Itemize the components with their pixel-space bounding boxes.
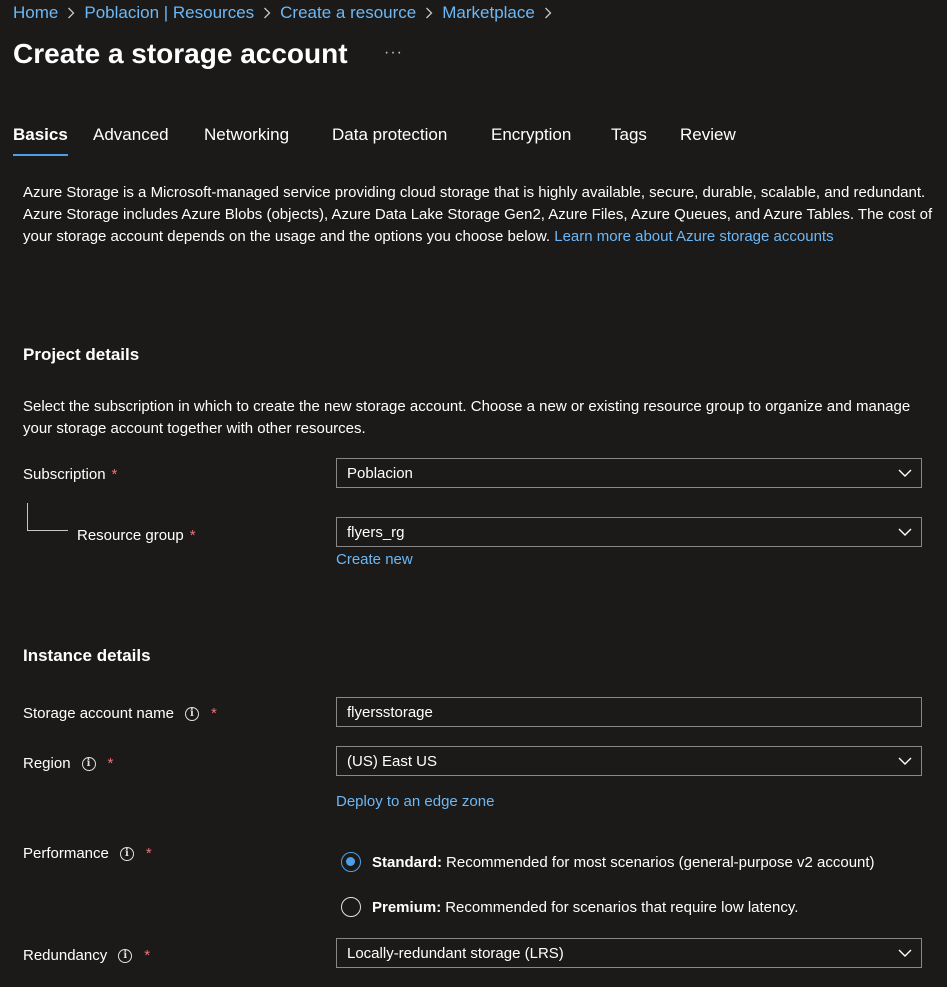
tab-networking[interactable]: Networking bbox=[204, 122, 289, 154]
required-marker: * bbox=[107, 755, 114, 772]
breadcrumb-marketplace[interactable]: Marketplace bbox=[442, 3, 535, 23]
tab-advanced[interactable]: Advanced bbox=[93, 122, 169, 154]
region-label: Region i * bbox=[23, 755, 113, 772]
info-icon[interactable]: i bbox=[119, 846, 134, 861]
create-new-resource-group-link[interactable]: Create new bbox=[336, 551, 413, 568]
required-marker: * bbox=[144, 947, 151, 964]
performance-label-text: Performance bbox=[23, 845, 109, 862]
breadcrumb-create-resource[interactable]: Create a resource bbox=[280, 3, 416, 23]
deploy-edge-zone-link[interactable]: Deploy to an edge zone bbox=[336, 793, 494, 810]
chevron-down-icon bbox=[898, 757, 912, 765]
chevron-right-icon bbox=[425, 7, 433, 19]
chevron-right-icon bbox=[263, 7, 271, 19]
redundancy-value: Locally-redundant storage (LRS) bbox=[347, 944, 564, 962]
page-title: Create a storage account bbox=[13, 38, 348, 69]
subscription-label-text: Subscription bbox=[23, 466, 106, 483]
chevron-right-icon bbox=[544, 7, 552, 19]
subscription-select[interactable]: Poblacion bbox=[336, 458, 922, 488]
create-storage-account-page: Home Poblacion | Resources Create a reso… bbox=[0, 0, 947, 987]
required-marker: * bbox=[189, 527, 196, 544]
chevron-down-icon bbox=[898, 528, 912, 536]
tree-connector bbox=[27, 503, 68, 531]
radio-selected[interactable] bbox=[341, 852, 361, 872]
chevron-right-icon bbox=[67, 7, 75, 19]
redundancy-label-text: Redundancy bbox=[23, 947, 108, 964]
storage-account-name-label-text: Storage account name bbox=[23, 705, 174, 722]
performance-label: Performance i * bbox=[23, 845, 152, 862]
storage-account-name-label: Storage account name i * bbox=[23, 705, 217, 722]
resource-group-value: flyers_rg bbox=[347, 523, 405, 541]
redundancy-select[interactable]: Locally-redundant storage (LRS) bbox=[336, 938, 922, 968]
performance-standard-option[interactable]: Standard: Recommended for most scenarios… bbox=[341, 852, 875, 872]
breadcrumb: Home Poblacion | Resources Create a reso… bbox=[13, 3, 561, 23]
required-marker: * bbox=[145, 845, 152, 862]
tab-encryption[interactable]: Encryption bbox=[491, 122, 571, 154]
radio-unselected[interactable] bbox=[341, 897, 361, 917]
performance-premium-title: Premium: bbox=[372, 898, 442, 916]
region-value: (US) East US bbox=[347, 752, 438, 770]
storage-account-name-value: flyersstorage bbox=[347, 703, 433, 721]
project-details-heading: Project details bbox=[23, 345, 140, 364]
required-marker: * bbox=[111, 466, 118, 483]
tab-data-protection[interactable]: Data protection bbox=[332, 122, 447, 154]
instance-details-heading: Instance details bbox=[23, 646, 151, 665]
subscription-label: Subscription * bbox=[23, 466, 117, 483]
subscription-value: Poblacion bbox=[347, 464, 413, 482]
resource-group-select[interactable]: flyers_rg bbox=[336, 517, 922, 547]
breadcrumb-resources[interactable]: Poblacion | Resources bbox=[84, 3, 254, 23]
chevron-down-icon bbox=[898, 469, 912, 477]
performance-standard-title: Standard: bbox=[372, 853, 443, 871]
project-details-description: Select the subscription in which to crea… bbox=[23, 398, 911, 437]
intro-paragraph: Azure Storage is a Microsoft-managed ser… bbox=[23, 182, 938, 248]
performance-standard-desc: Recommended for most scenarios (general-… bbox=[446, 853, 875, 871]
tab-review[interactable]: Review bbox=[680, 122, 736, 154]
chevron-down-icon bbox=[898, 949, 912, 957]
region-label-text: Region bbox=[23, 755, 71, 772]
performance-premium-desc: Recommended for scenarios that require l… bbox=[445, 898, 799, 916]
region-select[interactable]: (US) East US bbox=[336, 746, 922, 776]
tab-basics[interactable]: Basics bbox=[13, 122, 68, 156]
learn-more-link[interactable]: Learn more about Azure storage accounts bbox=[554, 228, 833, 245]
storage-account-name-input[interactable]: flyersstorage bbox=[336, 697, 922, 727]
breadcrumb-home[interactable]: Home bbox=[13, 3, 58, 23]
performance-premium-option[interactable]: Premium: Recommended for scenarios that … bbox=[341, 897, 798, 917]
required-marker: * bbox=[210, 705, 217, 722]
redundancy-label: Redundancy i * bbox=[23, 947, 150, 964]
info-icon[interactable]: i bbox=[81, 756, 96, 771]
resource-group-label: Resource group * bbox=[77, 527, 196, 544]
info-icon[interactable]: i bbox=[184, 706, 199, 721]
tab-tags[interactable]: Tags bbox=[611, 122, 647, 154]
resource-group-label-text: Resource group bbox=[77, 527, 184, 544]
more-options-button[interactable]: ··· bbox=[384, 44, 403, 62]
info-icon[interactable]: i bbox=[118, 948, 133, 963]
